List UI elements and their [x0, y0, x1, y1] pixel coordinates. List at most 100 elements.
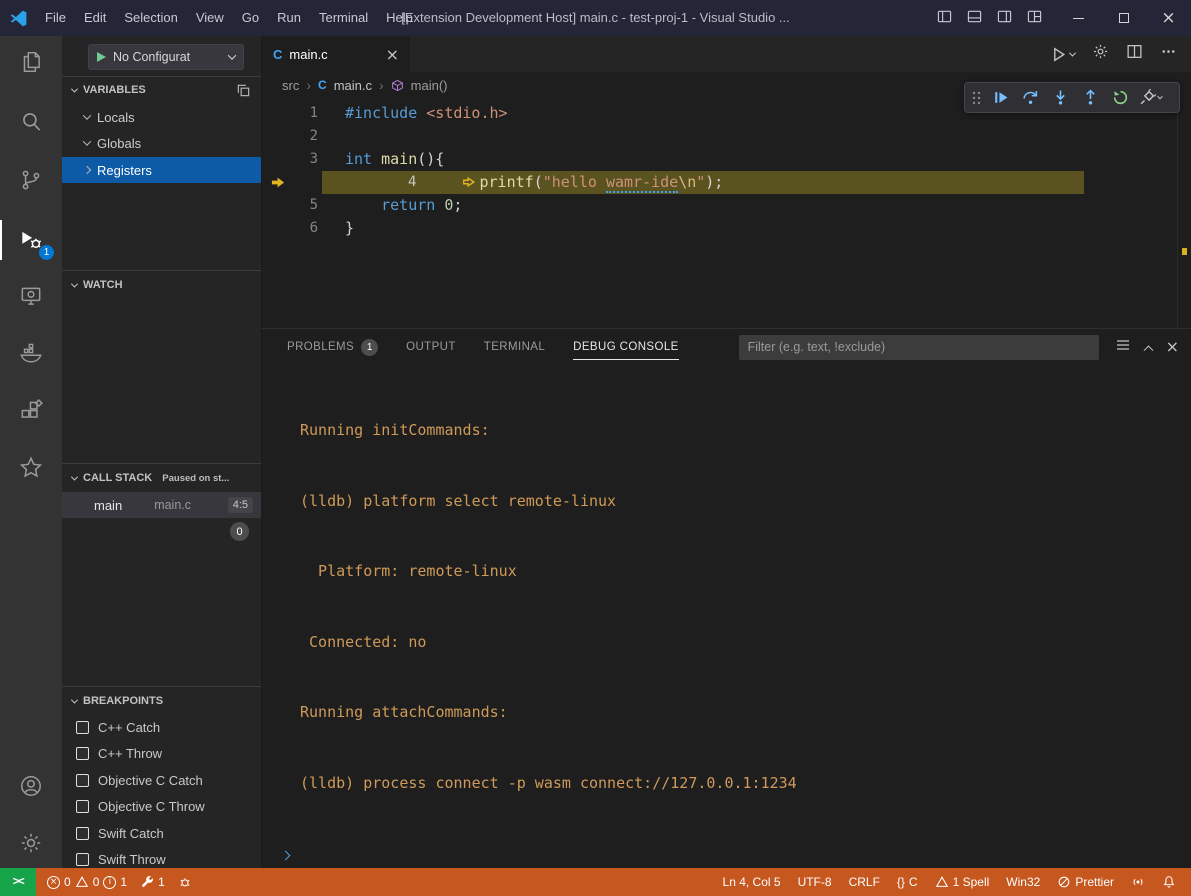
tab-problems[interactable]: PROBLEMS 1 [287, 329, 378, 365]
checkbox[interactable] [76, 774, 89, 787]
frame-file: main.c [154, 498, 191, 512]
drag-handle[interactable] [971, 89, 982, 107]
console-input[interactable] [262, 842, 1191, 868]
tab-debug-console[interactable]: DEBUG CONSOLE [573, 329, 679, 365]
variables-scope-locals[interactable]: Locals [62, 104, 261, 130]
menu-selection[interactable]: Selection [115, 0, 186, 36]
tools-status[interactable]: 1 [135, 868, 170, 896]
close-tab-icon[interactable]: × [386, 45, 399, 64]
broadcast-icon[interactable] [1126, 868, 1150, 896]
checkbox[interactable] [76, 800, 89, 813]
menu-edit[interactable]: Edit [75, 0, 115, 36]
platform-status[interactable]: Win32 [1001, 868, 1045, 896]
problems-count-badge: 1 [361, 339, 378, 356]
language-mode[interactable]: {} C [892, 868, 923, 896]
remote-explorer-icon[interactable] [0, 272, 62, 320]
run-and-debug-icon[interactable]: 1 [0, 216, 62, 264]
accounts-icon[interactable] [0, 762, 62, 810]
breadcrumb-file[interactable]: main.c [334, 78, 372, 93]
toggle-secondary-sidebar-icon[interactable] [997, 9, 1012, 27]
settings-gear-icon[interactable] [0, 819, 62, 867]
gutter[interactable] [262, 125, 290, 148]
variables-section-header[interactable]: VARIABLES [62, 77, 261, 103]
toggle-sidebar-icon[interactable] [937, 9, 952, 27]
console-line: (lldb) process connect -p wasm connect:/… [300, 772, 1191, 796]
console-filter-input[interactable] [739, 335, 1099, 360]
explorer-icon[interactable] [0, 38, 62, 86]
breadcrumb-symbol[interactable]: main() [411, 78, 448, 93]
menu-file[interactable]: File [36, 0, 75, 36]
callstack-section-header[interactable]: CALL STACK Paused on st... [62, 465, 261, 491]
c-file-icon: C [273, 47, 282, 62]
source-control-icon[interactable] [0, 156, 62, 204]
gutter[interactable] [262, 194, 290, 217]
restart-button[interactable] [1106, 85, 1134, 111]
tab-label: PROBLEMS [287, 341, 354, 353]
problems-status[interactable]: × 0 0 i 1 [42, 868, 132, 896]
notifications-bell-icon[interactable] [1157, 868, 1181, 896]
tab-terminal[interactable]: TERMINAL [484, 329, 545, 365]
run-or-debug-button[interactable] [1050, 46, 1075, 63]
menu-go[interactable]: Go [233, 0, 268, 36]
tab-main-c[interactable]: C main.c × [262, 36, 410, 72]
checkbox[interactable] [76, 721, 89, 734]
checkbox[interactable] [76, 747, 89, 760]
chevron-down-icon [1157, 93, 1163, 99]
console-line: Running attachCommands: [300, 701, 1191, 725]
encoding-selector[interactable]: UTF-8 [793, 868, 837, 896]
customize-layout-icon[interactable] [1027, 9, 1042, 27]
overview-ruler[interactable] [1177, 98, 1191, 328]
start-debug-icon[interactable] [97, 52, 106, 62]
vscode-window: File Edit Selection View Go Run Terminal… [0, 0, 1191, 896]
stack-frame-row[interactable]: main main.c 4:5 [62, 492, 261, 518]
step-over-button[interactable] [1016, 85, 1044, 111]
gutter[interactable] [262, 171, 388, 194]
remote-indicator[interactable]: >< [0, 868, 36, 896]
gutter[interactable] [262, 148, 290, 171]
disconnect-button[interactable] [1136, 85, 1164, 111]
step-into-button[interactable] [1046, 85, 1074, 111]
open-settings-icon[interactable] [1092, 43, 1109, 65]
breakpoints-section-header[interactable]: BREAKPOINTS [62, 688, 261, 714]
star-extension-icon[interactable] [0, 444, 62, 492]
menu-terminal[interactable]: Terminal [310, 0, 377, 36]
watch-section-header[interactable]: WATCH [62, 272, 261, 298]
tab-output[interactable]: OUTPUT [406, 329, 456, 365]
checkbox[interactable] [76, 853, 89, 866]
inline-breakpoint-icon[interactable] [462, 173, 478, 187]
variables-scope-registers[interactable]: Registers [62, 157, 261, 183]
gutter[interactable] [262, 102, 290, 125]
toggle-panel-icon[interactable] [967, 9, 982, 27]
continue-button[interactable] [986, 85, 1014, 111]
code-editor[interactable]: 1 #include <stdio.h> 2 3 int main(){ [262, 98, 1191, 328]
spell-checker-status[interactable]: 1 Spell [930, 868, 995, 896]
checkbox[interactable] [76, 827, 89, 840]
search-icon[interactable] [0, 98, 62, 146]
code-line-5: 5 return 0; [262, 194, 1191, 217]
breakpoint-label: Objective C Throw [98, 799, 205, 814]
minimize-button[interactable] [1056, 0, 1101, 36]
launch-config-dropdown[interactable]: No Configurat [88, 44, 244, 70]
variables-scope-globals[interactable]: Globals [62, 130, 261, 156]
debug-status[interactable] [173, 868, 197, 896]
split-editor-icon[interactable] [1126, 43, 1143, 65]
maximize-panel-icon[interactable] [1143, 345, 1153, 355]
close-panel-icon[interactable]: × [1166, 339, 1179, 355]
more-actions-icon[interactable] [1160, 43, 1177, 65]
maximize-button[interactable] [1101, 0, 1146, 36]
cursor-position[interactable]: Ln 4, Col 5 [718, 868, 786, 896]
menu-run[interactable]: Run [268, 0, 310, 36]
error-count: 0 [64, 875, 71, 889]
close-button[interactable]: × [1146, 0, 1191, 36]
formatter-status[interactable]: Prettier [1052, 868, 1119, 896]
code-line-4-current: 4 printf("hello wamr-ide\n"); [262, 171, 1191, 194]
gutter[interactable] [262, 217, 290, 240]
console-actions-icon[interactable] [1115, 337, 1131, 358]
step-out-button[interactable] [1076, 85, 1104, 111]
docker-icon[interactable] [0, 328, 62, 376]
eol-selector[interactable]: CRLF [844, 868, 885, 896]
menu-view[interactable]: View [187, 0, 233, 36]
breadcrumb-folder[interactable]: src [282, 78, 299, 93]
extensions-icon[interactable] [0, 386, 62, 434]
collapse-all-icon[interactable] [236, 83, 251, 98]
